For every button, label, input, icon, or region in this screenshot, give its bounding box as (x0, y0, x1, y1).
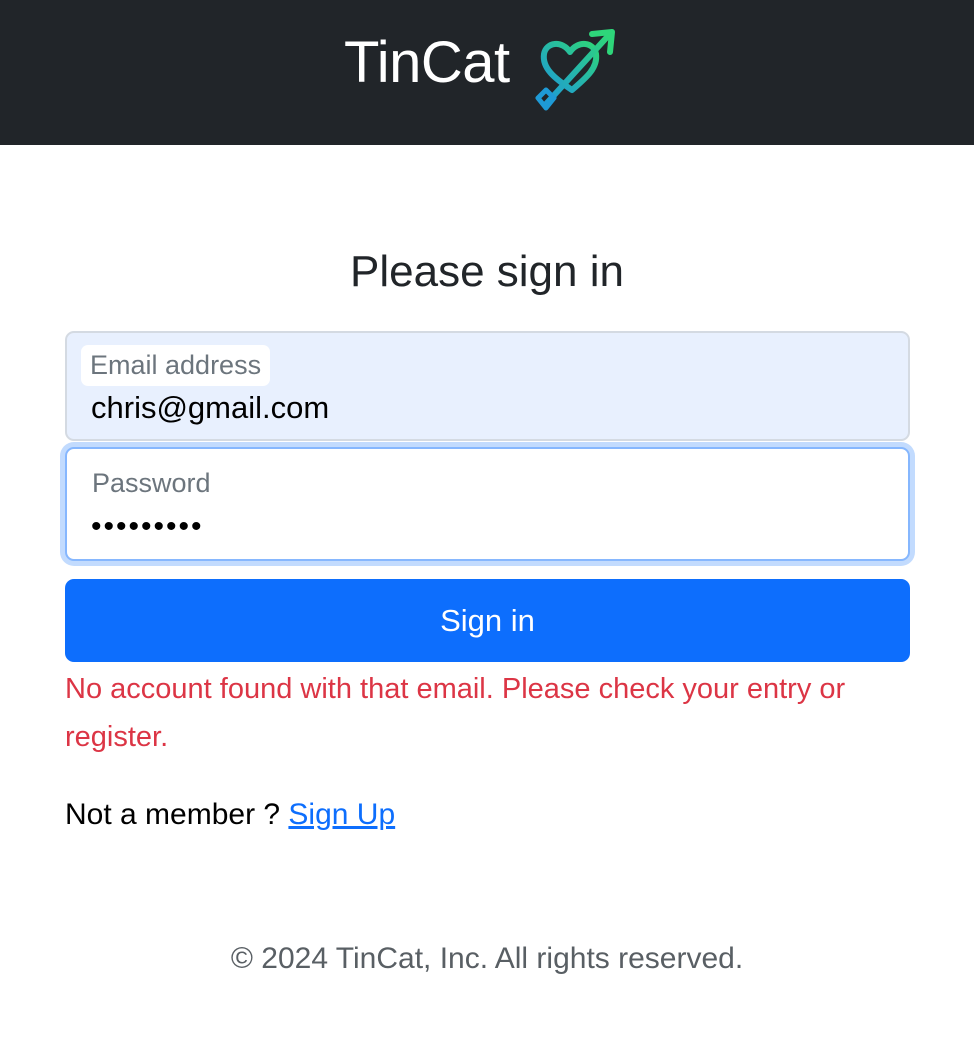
password-input[interactable]: ••••••••• (91, 507, 881, 547)
sign-up-link[interactable]: Sign Up (288, 798, 395, 831)
password-label: Password (92, 468, 211, 498)
brand-name: TinCat (344, 30, 510, 95)
footer-copyright: © 2024 TinCat, Inc. All rights reserved. (230, 942, 744, 975)
sign-in-button[interactable]: Sign in (65, 579, 910, 662)
email-field[interactable]: Email address (65, 331, 910, 441)
error-message: No account found with that email. Please… (65, 673, 846, 753)
password-field[interactable]: Password ••••••••• (65, 447, 910, 561)
email-label: Email address (81, 345, 271, 386)
page-title: Please sign in (350, 247, 624, 296)
email-input[interactable] (91, 388, 881, 428)
brand[interactable]: TinCat (344, 28, 615, 111)
heart-arrow-icon (532, 28, 616, 112)
top-navbar: TinCat (0, 0, 974, 145)
not-member-text: Not a member ? (65, 798, 289, 831)
signup-prompt: Not a member ? Sign Up (65, 793, 395, 837)
